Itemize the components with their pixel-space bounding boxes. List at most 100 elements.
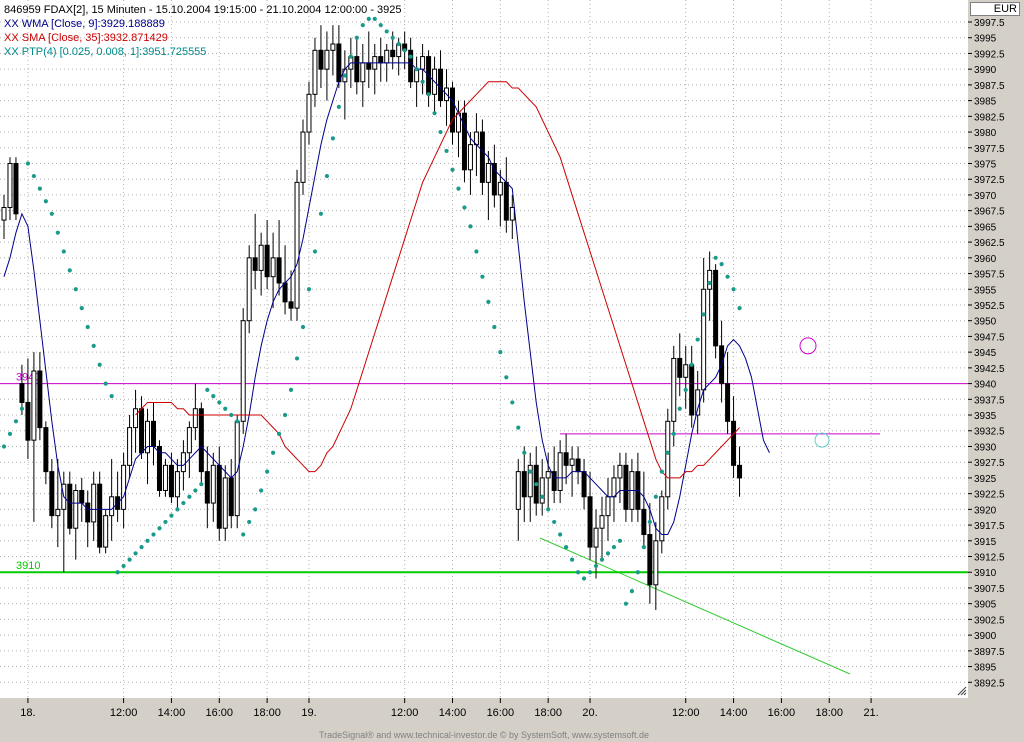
candle-body[interactable] [420,56,426,70]
candle-body[interactable] [67,483,73,529]
candle-body[interactable] [127,427,133,466]
candle-body[interactable] [701,288,707,391]
resize-grip-icon[interactable] [957,686,967,696]
candle-body[interactable] [653,540,659,586]
legend-sma[interactable]: XX SMA [Close, 35]:3932.871429 [4,31,402,45]
candle-body[interactable] [450,87,455,133]
highlight-circle-magenta[interactable] [799,337,817,355]
candle-body[interactable] [282,282,288,303]
candle-body[interactable] [731,420,737,466]
candle-body[interactable] [85,502,91,523]
candle-body[interactable] [7,162,13,209]
candle-body[interactable] [360,62,366,83]
candle-body[interactable] [258,244,264,271]
candle-body[interactable] [270,257,276,278]
candle-body[interactable] [91,483,97,523]
candle-body[interactable] [713,269,719,347]
candle-body[interactable] [43,427,49,473]
candle-body[interactable] [246,257,252,322]
candle-body[interactable] [623,464,629,510]
candle-body[interactable] [521,471,527,498]
candle-body[interactable] [13,162,19,215]
candle-body[interactable] [563,452,569,466]
candle-body[interactable] [515,471,521,510]
candle-body[interactable] [300,131,306,183]
series-sma[interactable] [135,81,740,479]
candle-body[interactable] [485,162,491,183]
candle-body[interactable] [294,181,300,309]
candle-body[interactable] [168,464,174,498]
candle-body[interactable] [557,452,563,491]
candle-body[interactable] [479,131,485,183]
candle-body[interactable] [539,477,545,504]
candle-body[interactable] [581,471,587,498]
plot-area[interactable]: 39403910 [0,0,968,698]
candle-body[interactable] [545,471,551,479]
candle-body[interactable] [671,357,677,422]
highlight-circle-cyan[interactable] [814,432,830,448]
candle-body[interactable] [665,420,671,498]
candle-body[interactable] [503,181,509,221]
candle-body[interactable] [204,471,210,504]
candle-body[interactable] [575,458,581,473]
candle-body[interactable] [647,534,653,586]
candle-body[interactable] [593,527,599,548]
series-wma[interactable] [3,62,770,536]
candle-body[interactable] [37,370,43,429]
candle-body[interactable] [139,408,145,454]
candle-body[interactable] [509,207,515,221]
candle-body[interactable] [73,489,79,529]
candle-body[interactable] [103,515,109,548]
candle-body[interactable] [264,244,270,278]
candle-body[interactable] [438,68,444,102]
legend-wma[interactable]: XX WMA [Close, 9]:3929.188889 [4,17,402,31]
candle-body[interactable] [677,357,683,378]
candle-body[interactable] [133,408,139,429]
candle-body[interactable] [222,477,228,529]
candle-body[interactable] [162,464,168,491]
candle-body[interactable] [192,408,198,429]
legend-ptp[interactable]: XX PTP(4) [0.025, 0.008, 1]:3951.725555 [4,45,402,59]
candle-body[interactable] [25,401,31,441]
candle-body[interactable] [306,93,312,133]
candle-body[interactable] [228,477,234,517]
candle-body[interactable] [354,56,360,83]
candle-body[interactable] [186,427,192,454]
candle-body[interactable] [216,464,222,529]
candle-body[interactable] [79,489,85,504]
candle-body[interactable] [737,464,743,479]
candle-body[interactable] [198,408,204,473]
candle-body[interactable] [234,420,240,517]
candle-body[interactable] [695,389,701,416]
candle-body[interactable] [569,458,575,466]
candle-body[interactable] [689,364,695,416]
candle-body[interactable] [611,477,617,498]
candle-body[interactable] [288,301,294,309]
candle-body[interactable] [1,207,7,221]
candle-body[interactable] [210,464,216,504]
candle-body[interactable] [497,181,503,196]
candle-body[interactable] [641,508,647,536]
candle-body[interactable] [683,364,689,378]
candle-body[interactable] [599,515,605,529]
trendline[interactable] [539,537,851,675]
candle-body[interactable] [31,370,37,441]
candle-body[interactable] [180,452,186,473]
candle-body[interactable] [55,508,61,517]
candle-body[interactable] [252,257,258,271]
candle-body[interactable] [174,471,180,498]
candle-body[interactable] [19,383,25,403]
candle-body[interactable] [707,269,713,290]
candle-body[interactable] [617,464,623,479]
candle-body[interactable] [491,162,497,196]
candle-body[interactable] [725,383,731,422]
candle-body[interactable] [467,144,473,171]
candle-body[interactable] [49,471,55,517]
candle-body[interactable] [121,464,127,510]
candle-body[interactable] [151,420,156,447]
candle-body[interactable] [97,483,103,548]
price-chart[interactable]: 39403910 [0,0,968,698]
candle-body[interactable] [276,257,282,284]
candle-body[interactable] [366,62,372,70]
candle-body[interactable] [240,320,246,422]
